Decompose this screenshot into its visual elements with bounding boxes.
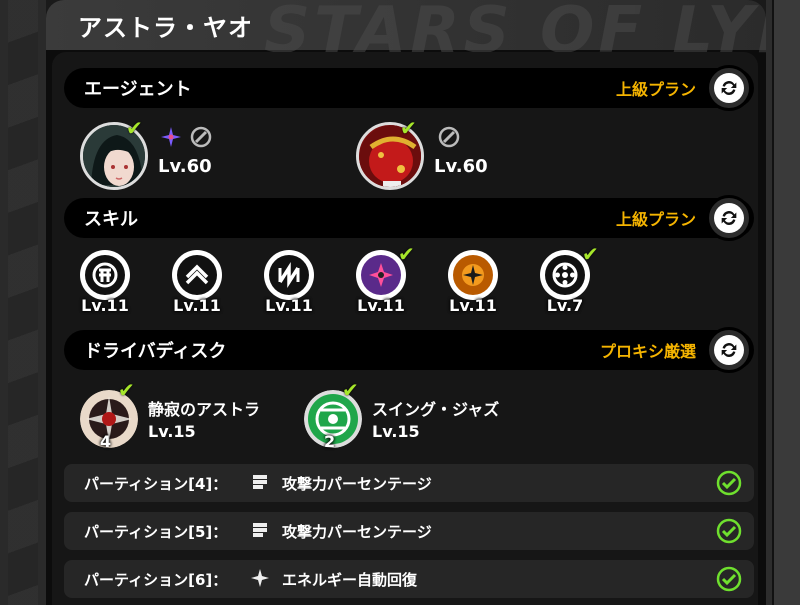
disc-1-check-icon: ✔	[118, 378, 135, 402]
agent-1-level: Lv.60	[158, 156, 212, 177]
character-name: アストラ・ヤオ	[78, 14, 253, 42]
disc-2-check-icon: ✔	[342, 378, 359, 402]
disc-1-level: Lv.15	[148, 422, 196, 441]
skill-refresh-button[interactable]	[706, 195, 752, 241]
partition-5-label: パーティション[5]：	[84, 523, 228, 541]
disc-2-count: 2	[324, 432, 336, 451]
attack-fist-icon	[253, 475, 267, 489]
skill-6-level: Lv.7	[546, 296, 584, 315]
skill-basic-attack[interactable]	[80, 250, 130, 300]
skill-section-bar: スキル 上級プラン	[64, 195, 754, 241]
skill-1-level: Lv.11	[81, 296, 129, 315]
skill-section-label: スキル	[84, 209, 138, 230]
side-panel-edge	[772, 0, 800, 605]
agent-section-label: エージェント	[84, 79, 192, 100]
background-left	[0, 0, 46, 605]
core-skill-icon	[545, 255, 585, 295]
skill-2-level: Lv.11	[173, 296, 221, 315]
disc-2-name: スイング・ジャズ	[372, 400, 500, 419]
skill-5-level: Lv.11	[449, 296, 497, 315]
assist-icon	[269, 255, 309, 295]
skill-4-level: Lv.11	[357, 296, 405, 315]
disc-section-bar: ドライバディスク プロキシ厳選	[64, 327, 754, 373]
background-right	[766, 0, 800, 605]
partition-6-check-icon	[716, 566, 742, 592]
skill-chain-attack[interactable]	[448, 250, 498, 300]
panel-header: STARS OF LYRA STA アストラ・ヤオ	[46, 0, 766, 68]
partition-6-value: エネルギー自動回復	[282, 571, 418, 589]
basic-attack-icon	[85, 255, 125, 295]
refresh-icon	[714, 335, 744, 365]
partition-4-label: パーティション[4]：	[84, 475, 228, 493]
agent-2-level: Lv.60	[434, 156, 488, 177]
special-attack-icon	[361, 255, 401, 295]
chain-attack-icon	[453, 255, 493, 295]
skill-6-check-icon: ✔	[582, 242, 599, 266]
skill-assist[interactable]	[264, 250, 314, 300]
disc-plan-label[interactable]: プロキシ厳選	[600, 338, 696, 362]
partition-4-check-icon	[716, 470, 742, 496]
disc-2-level: Lv.15	[372, 422, 420, 441]
partition-row-5[interactable]: パーティション[5]： 攻撃力パーセンテージ	[64, 512, 754, 550]
skill-4-check-icon: ✔	[398, 242, 415, 266]
disc-1-count: 4	[100, 432, 112, 451]
skill-plan-label[interactable]: 上級プラン	[616, 206, 696, 230]
w-engine-icon	[190, 126, 212, 148]
refresh-icon	[714, 203, 744, 233]
skill-3-level: Lv.11	[265, 296, 313, 315]
agent-1-check-icon: ✔	[126, 116, 143, 140]
agent-2-check-icon: ✔	[400, 116, 417, 140]
disc-1-name: 静寂のアストラ	[148, 400, 261, 419]
energy-sparkle-icon	[251, 569, 269, 587]
build-content: エージェント 上級プラン ✔ Lv.60 ✔ Lv.60 スキル 上級プラン L…	[52, 52, 758, 605]
partition-4-value: 攻撃力パーセンテージ	[282, 475, 432, 493]
w-engine-icon-2	[438, 126, 460, 148]
character-build-panel: STARS OF LYRA STA アストラ・ヤオ エージェント 上級プラン	[46, 0, 766, 605]
partition-5-value: 攻撃力パーセンテージ	[282, 523, 432, 541]
disc-section-label: ドライバディスク	[84, 341, 227, 362]
partition-6-label: パーティション[6]：	[84, 571, 228, 589]
dodge-icon	[177, 255, 217, 295]
attack-fist-icon	[253, 523, 267, 537]
refresh-icon	[714, 73, 744, 103]
agent-section-bar: エージェント 上級プラン	[64, 65, 754, 111]
partition-5-check-icon	[716, 518, 742, 544]
agent-refresh-button[interactable]	[706, 65, 752, 111]
skill-dodge[interactable]	[172, 250, 222, 300]
partition-row-4[interactable]: パーティション[4]： 攻撃力パーセンテージ	[64, 464, 754, 502]
disc-refresh-button[interactable]	[706, 327, 752, 373]
sparkle-icon	[161, 127, 181, 147]
partition-row-6[interactable]: パーティション[6]： エネルギー自動回復	[64, 560, 754, 598]
agent-plan-label[interactable]: 上級プラン	[616, 76, 696, 100]
